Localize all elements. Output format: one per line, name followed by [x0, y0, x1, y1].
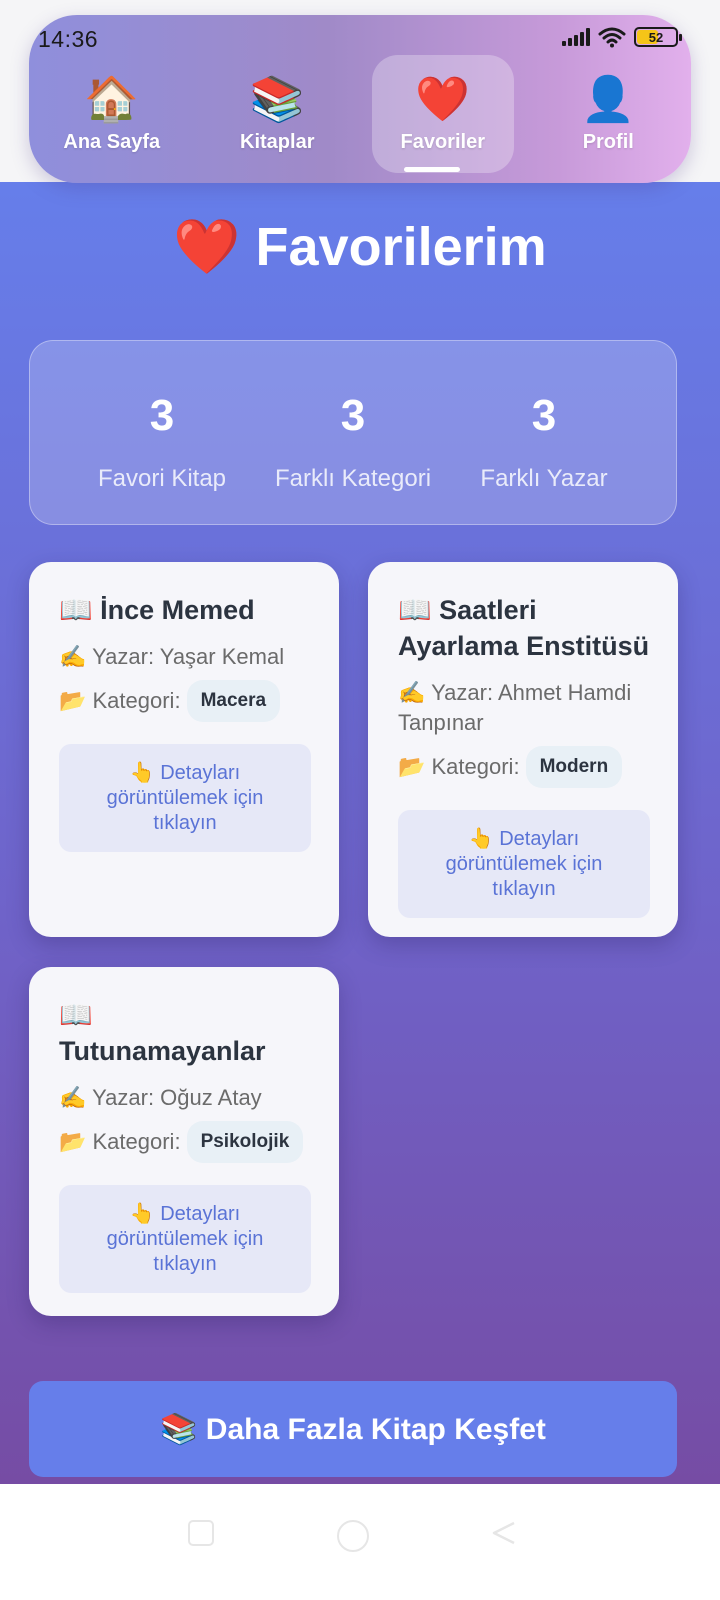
- nav-item-label: Ana Sayfa: [63, 130, 161, 153]
- page-title: ❤️ Favorilerim: [173, 217, 547, 277]
- stats-panel: 3 Favori Kitap 3 Farklı Kategori 3 Farkl…: [29, 340, 677, 525]
- profile-icon: 👤: [580, 74, 636, 124]
- book-category-row: 📂 Kategori: Psikolojik: [59, 1121, 311, 1163]
- battery-icon: 52: [634, 27, 682, 47]
- category-label: 📂 Kategori:: [59, 688, 181, 713]
- books-icon: 📚: [249, 74, 305, 124]
- book-title: 📖 İnce Memed: [59, 595, 255, 625]
- book-category-row: 📂 Kategori: Modern: [398, 746, 650, 788]
- book-title: 📖 Saatleri Ayarlama Enstitüsü: [398, 595, 650, 661]
- book-card[interactable]: 📖 Tutunamayanlar ✍️ Yazar: Oğuz Atay 📂 K…: [29, 967, 339, 1316]
- recents-icon[interactable]: [188, 1520, 214, 1546]
- nav-item-books[interactable]: 📚 Kitaplar: [195, 55, 361, 173]
- wifi-icon: [598, 27, 626, 48]
- category-chip: Modern: [525, 746, 623, 788]
- book-author: ✍️ Yazar: Ahmet Hamdi Tanpınar: [398, 680, 632, 735]
- stat-favorite-books: 3 Favori Kitap: [72, 341, 252, 524]
- nav-items: 🏠 Ana Sayfa 📚 Kitaplar ❤️ Favoriler 👤 Pr…: [29, 55, 691, 173]
- nav-item-home[interactable]: 🏠 Ana Sayfa: [29, 55, 195, 173]
- nav-item-label: Favoriler: [400, 130, 485, 153]
- book-card[interactable]: 📖 Saatleri Ayarlama Enstitüsü ✍️ Yazar: …: [368, 562, 678, 937]
- category-chip: Macera: [186, 680, 281, 722]
- home-button-icon[interactable]: [337, 1520, 369, 1552]
- nav-item-profile[interactable]: 👤 Profil: [526, 55, 692, 173]
- status-time: 14:36: [38, 26, 99, 52]
- app-screen: 🏠 Ana Sayfa 📚 Kitaplar ❤️ Favoriler 👤 Pr…: [0, 0, 720, 1600]
- category-label: 📂 Kategori:: [59, 1129, 181, 1154]
- stat-categories: 3 Farklı Kategori: [263, 341, 443, 524]
- book-card[interactable]: 📖 İnce Memed ✍️ Yazar: Yaşar Kemal 📂 Kat…: [29, 562, 339, 937]
- details-hint[interactable]: 👆 Detayları görüntülemek için tıklayın: [398, 810, 650, 918]
- stat-authors: 3 Farklı Yazar: [454, 341, 634, 524]
- signal-icon: [562, 28, 590, 46]
- nav-item-label: Kitaplar: [240, 130, 315, 153]
- nav-item-label: Profil: [582, 130, 634, 153]
- back-icon[interactable]: [490, 1520, 516, 1546]
- stat-label: Farklı Yazar: [480, 465, 608, 492]
- active-tab-indicator: [404, 167, 460, 172]
- details-hint[interactable]: 👆 Detayları görüntülemek için tıklayın: [59, 744, 311, 852]
- book-author: ✍️ Yazar: Oğuz Atay: [59, 1085, 262, 1110]
- battery-level: 52: [648, 29, 664, 45]
- heart-icon: ❤️: [415, 74, 471, 124]
- book-category-row: 📂 Kategori: Macera: [59, 680, 311, 722]
- stat-label: Favori Kitap: [97, 465, 227, 492]
- system-navigation-bar: [0, 1484, 720, 1600]
- nav-item-favorites[interactable]: ❤️ Favoriler: [360, 55, 526, 173]
- stat-value: 3: [340, 391, 366, 440]
- details-hint[interactable]: 👆 Detayları görüntülemek için tıklayın: [59, 1185, 311, 1293]
- status-icons: 52: [562, 26, 682, 48]
- stat-value: 3: [149, 391, 175, 440]
- stat-label: Farklı Kategori: [274, 465, 432, 492]
- book-author: ✍️ Yazar: Yaşar Kemal: [59, 644, 285, 669]
- stat-value: 3: [531, 391, 557, 440]
- book-title: 📖 Tutunamayanlar: [59, 1000, 266, 1066]
- category-label: 📂 Kategori:: [398, 754, 520, 779]
- discover-more-button[interactable]: 📚 Daha Fazla Kitap Keşfet: [29, 1381, 677, 1477]
- home-icon: 🏠: [84, 74, 140, 124]
- category-chip: Psikolojik: [186, 1121, 304, 1163]
